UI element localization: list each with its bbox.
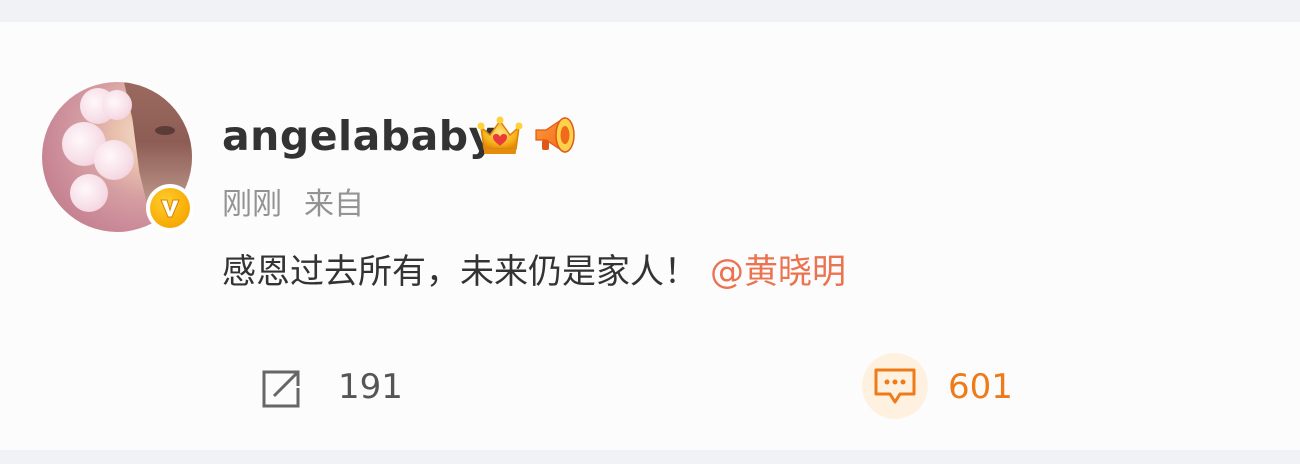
bottom-separator	[0, 450, 1300, 464]
crown-icon[interactable]	[475, 113, 525, 157]
comment-button[interactable]	[862, 353, 928, 419]
username[interactable]: angelababy	[222, 108, 496, 164]
weibo-post-card	[0, 22, 1300, 450]
post-source: 来自	[304, 187, 364, 222]
mention-link[interactable]: @黄晓明	[710, 252, 846, 292]
comment-count[interactable]: 601	[948, 362, 1013, 412]
comment-icon	[874, 368, 916, 404]
post-time: 刚刚	[222, 187, 282, 222]
verified-v-badge-icon	[146, 184, 194, 232]
megaphone-icon[interactable]	[532, 113, 580, 157]
post-meta: 刚刚 来自	[222, 183, 364, 227]
post-body-text: 感恩过去所有，未来仍是家人！	[222, 252, 698, 292]
avatar-eye	[155, 126, 175, 135]
share-icon[interactable]	[258, 366, 306, 410]
share-count[interactable]: 191	[338, 362, 403, 412]
post-content: 感恩过去所有，未来仍是家人！ @黄晓明	[222, 247, 846, 297]
top-separator	[0, 0, 1300, 22]
